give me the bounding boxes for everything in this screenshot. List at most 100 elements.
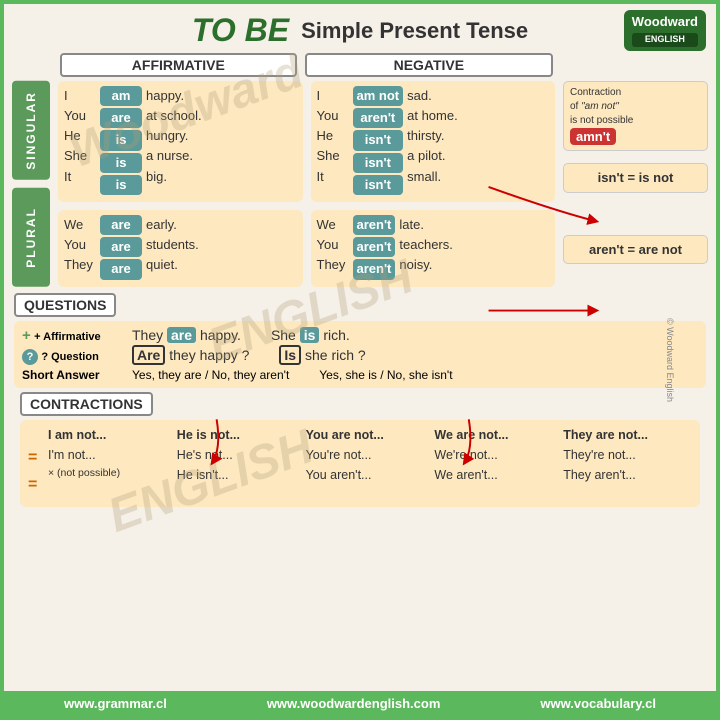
short-answer-1: Yes, they are / No, they aren't: [132, 368, 289, 382]
verb-isnt-3: isn't: [353, 175, 404, 195]
contr-col2-row2: He isn't...: [177, 465, 306, 485]
affirmative-label: + + Affirmative: [22, 327, 122, 344]
question-row: ? ? Question Are they happy ? Is she ric…: [22, 347, 698, 365]
contr-col1-header: I am not...: [48, 425, 177, 445]
contr-col-2: He is not... He's not... He isn't...: [177, 425, 306, 502]
affirmative-row: + + Affirmative They are happy. She is r…: [22, 327, 698, 344]
verb-arent-4: aren't: [353, 259, 396, 279]
verb-are-2: are: [100, 215, 142, 235]
side-labels: SINGULAR PLURAL: [12, 81, 50, 287]
verb-are-1: are: [100, 108, 142, 128]
isnt-callout-wrapper: isn't = is not: [563, 163, 708, 193]
plural-aff-verbs: are are are: [100, 215, 142, 282]
affirmative-header: AFFIRMATIVE: [60, 53, 297, 77]
main-title: TO BE: [192, 12, 289, 49]
question-sentence-2: Is she rich ?: [279, 347, 365, 363]
footer: www.grammar.cl www.woodwardenglish.com w…: [4, 691, 716, 716]
verb-is-2: is: [100, 153, 142, 173]
main-content: AFFIRMATIVE NEGATIVE SINGULAR PLURAL: [4, 53, 716, 507]
singular-affirmative-box: IYouHeSheIt am are is is is happy.at sch…: [58, 81, 303, 202]
amnt-badge: amn't: [570, 128, 616, 145]
contr-col1-row2: × (not possible): [48, 465, 177, 482]
contr-col-4: We are not... We're not... We aren't...: [434, 425, 563, 502]
singular-neg-predicates: sad.at home.thirsty.a pilot.small.: [407, 86, 458, 187]
verb-is-3: is: [100, 175, 142, 195]
plural-negative-box: WeYouThey aren't aren't aren't late.teac…: [311, 210, 556, 287]
contr-col-3: You are not... You're not... You aren't.…: [306, 425, 435, 502]
singular-label: SINGULAR: [12, 81, 50, 180]
verb-are-4: are: [100, 259, 142, 279]
negative-header: NEGATIVE: [305, 53, 553, 77]
short-answer-row: Short Answer Yes, they are / No, they ar…: [22, 368, 698, 382]
plural-neg-verbs: aren't aren't aren't: [353, 215, 396, 282]
verb-are-3: are: [100, 237, 142, 257]
singular-neg-subjects: IYouHeSheIt: [317, 86, 349, 187]
contr-col2-header: He is not...: [177, 425, 306, 445]
plural-aff-subjects: WeYouThey: [64, 215, 96, 275]
plural-neg-predicates: late.teachers.noisy.: [399, 215, 452, 275]
singular-aff-subjects: IYouHeSheIt: [64, 86, 96, 187]
contr-col2-row1: He's not...: [177, 445, 306, 465]
verb-isnt-2: isn't: [353, 153, 404, 173]
verb-is-1: is: [100, 130, 142, 150]
woodward-logo: Woodward ENGLISH: [624, 10, 706, 51]
arent-callout-wrapper: aren't = are not: [563, 225, 708, 265]
contr-col4-header: We are not...: [434, 425, 563, 445]
equal-1: =: [28, 445, 48, 471]
contraction-note: Contractionof "am not"is not possible am…: [563, 81, 708, 151]
affirmative-content: They are happy. She is rich.: [132, 327, 698, 343]
questions-body: + + Affirmative They are happy. She is r…: [14, 321, 706, 388]
verb-amnot: am not: [353, 86, 404, 106]
singular-aff-predicates: happy.at school.hungry.a nurse.big.: [146, 86, 202, 187]
question-content: Are they happy ? Is she rich ?: [132, 347, 698, 363]
question-label: ? ? Question: [22, 349, 122, 365]
contr-col4-row2: We aren't...: [434, 465, 563, 485]
equal-2: =: [28, 472, 48, 498]
contr-col3-row1: You're not...: [306, 445, 435, 465]
equals-column: = =: [28, 425, 48, 502]
contr-col5-header: They are not...: [563, 425, 692, 445]
verb-arent-3: aren't: [353, 237, 396, 257]
aff-sentence-1: They are happy.: [132, 327, 241, 343]
footer-link-3[interactable]: www.vocabulary.cl: [540, 696, 656, 711]
plural-affirmative-box: WeYouThey are are are early.students.qui…: [58, 210, 303, 287]
footer-link-1[interactable]: www.grammar.cl: [64, 696, 167, 711]
singular-negative-box: IYouHeSheIt am not aren't isn't isn't is…: [311, 81, 556, 202]
header: TO BE Simple Present Tense Woodward ENGL…: [4, 4, 716, 53]
is-highlight: is: [300, 327, 320, 343]
short-answer-label: Short Answer: [22, 368, 122, 382]
tables-area: IYouHeSheIt am are is is is happy.at sch…: [58, 81, 555, 287]
copyright: © Woodward English: [665, 318, 675, 402]
contractions-body: = = I am not... I'm not... × (not possib…: [20, 420, 700, 507]
verb-isnt-1: isn't: [353, 130, 404, 150]
is-outline: Is: [279, 345, 301, 365]
contr-col1-row1: I'm not...: [48, 445, 177, 465]
plural-aff-predicates: early.students.quiet.: [146, 215, 199, 275]
contr-col5-row1: They're not...: [563, 445, 692, 465]
questions-header: QUESTIONS: [14, 293, 116, 317]
verb-arent-2: aren't: [353, 215, 396, 235]
aff-sentence-2: She is rich.: [271, 327, 350, 343]
plural-label: PLURAL: [12, 188, 50, 287]
question-sentence-1: Are they happy ?: [132, 347, 249, 363]
singular-neg-verbs: am not aren't isn't isn't isn't: [353, 86, 404, 197]
contr-col5-row2: They aren't...: [563, 465, 692, 485]
arent-callout: aren't = are not: [563, 235, 708, 265]
are-outline: Are: [132, 345, 165, 365]
isnt-callout: isn't = is not: [563, 163, 708, 193]
right-callouts: Contractionof "am not"is not possible am…: [563, 81, 708, 287]
plural-neg-subjects: WeYouThey: [317, 215, 349, 275]
short-answer-2: Yes, she is / No, she isn't: [319, 368, 452, 382]
contr-col3-row2: You aren't...: [306, 465, 435, 485]
singular-aff-verbs: am are is is is: [100, 86, 142, 197]
subtitle: Simple Present Tense: [301, 18, 528, 44]
contr-col-1: I am not... I'm not... × (not possible): [48, 425, 177, 502]
footer-link-2[interactable]: www.woodwardenglish.com: [267, 696, 441, 711]
are-highlight: are: [167, 327, 196, 343]
contr-col3-header: You are not...: [306, 425, 435, 445]
section-headers: AFFIRMATIVE NEGATIVE: [12, 53, 708, 77]
contr-col-5: They are not... They're not... They aren…: [563, 425, 692, 502]
questions-section: QUESTIONS + + Affirmative They are happy…: [14, 293, 706, 388]
contr-col4-row1: We're not...: [434, 445, 563, 465]
contractions-section: CONTRACTIONS = = I am not... I'm not... …: [20, 392, 700, 507]
